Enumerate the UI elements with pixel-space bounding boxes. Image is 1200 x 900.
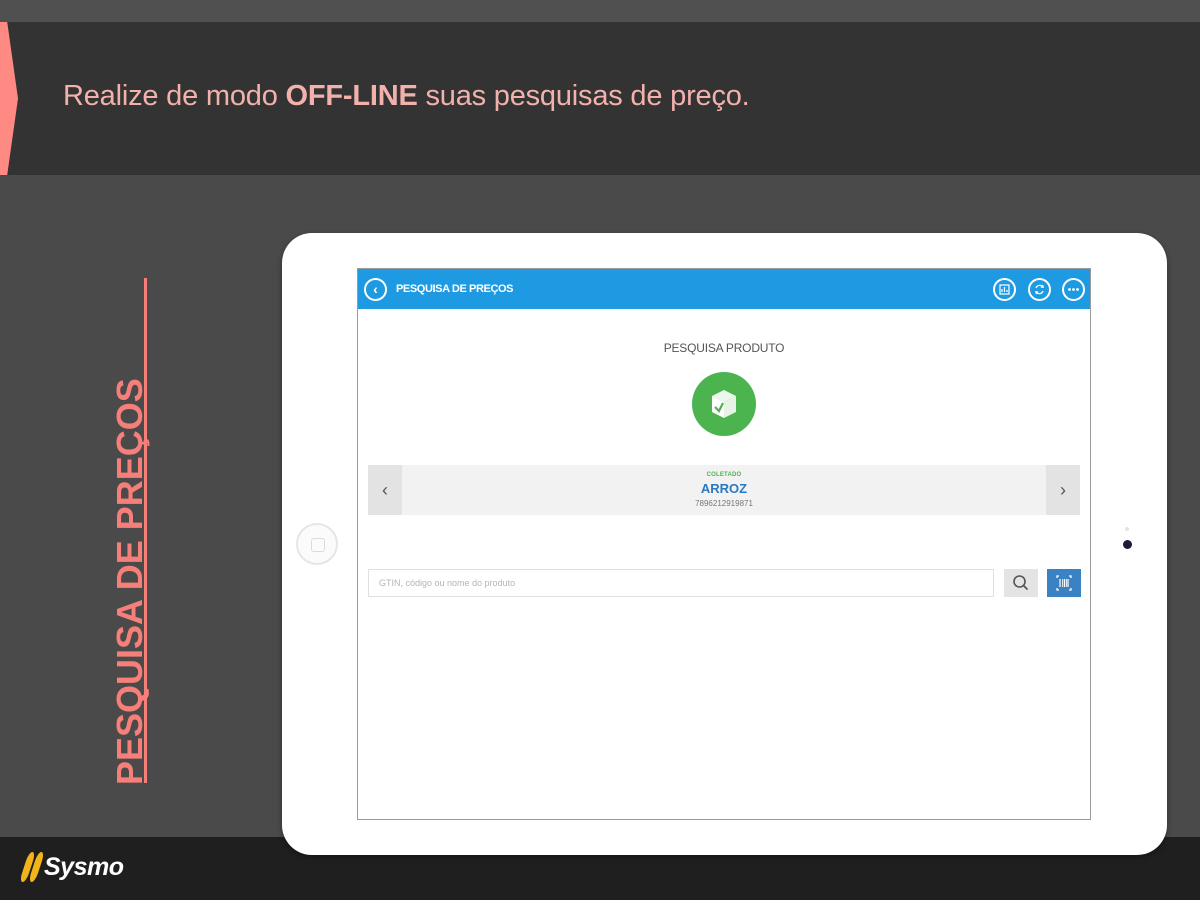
app-screen: ‹ PESQUISA DE PREÇOS PESQUISA PRODUTO ‹ … (357, 268, 1091, 820)
top-strip (0, 0, 1200, 22)
product-search-input[interactable] (368, 569, 994, 597)
carousel-next-chevron-icon[interactable]: › (1046, 465, 1080, 515)
banner-text-bold: OFF-LINE (285, 80, 418, 112)
chart-icon[interactable] (993, 278, 1016, 301)
tablet-sensor (1125, 527, 1129, 531)
banner-text-before: Realize de modo (63, 80, 286, 112)
product-carousel: ‹ COLETADO ARROZ 7896212919871 › (368, 465, 1080, 515)
back-arrow-icon[interactable]: ‹ (364, 278, 387, 301)
product-status-label: COLETADO (706, 472, 742, 478)
side-title: PESQUISA DE PREÇOS (109, 378, 150, 785)
app-header: ‹ PESQUISA DE PREÇOS (358, 269, 1090, 309)
banner-text-after: suas pesquisas de preço. (417, 80, 750, 112)
more-icon[interactable] (1062, 278, 1085, 301)
product-name: ARROZ (700, 481, 748, 496)
tablet-camera (1123, 540, 1132, 549)
banner-headline: Realize de modo OFF-LINE suas pesquisas … (63, 80, 750, 113)
app-header-title: PESQUISA DE PREÇOS (396, 283, 514, 295)
product-code: 7896212919871 (695, 499, 753, 508)
sync-icon[interactable] (1028, 278, 1051, 301)
section-title: PESQUISA PRODUTO (663, 341, 785, 355)
tablet-home-button (296, 523, 338, 565)
search-icon[interactable] (1004, 569, 1038, 597)
barcode-scan-icon[interactable] (1047, 569, 1081, 597)
sysmo-logo-text: Sysmo (44, 852, 124, 881)
sysmo-logo: Sysmo (19, 852, 124, 882)
package-check-icon (692, 372, 756, 436)
sysmo-logo-mark-icon (19, 852, 45, 882)
